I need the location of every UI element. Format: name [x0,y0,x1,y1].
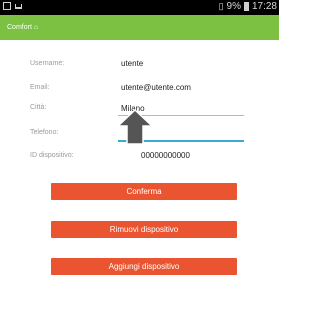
device-id-label: ID dispositivo: [30,152,74,159]
battery-percent: 9% [226,1,241,12]
up-arrow-icon [116,108,154,145]
signal-icon: ▯ [218,1,224,11]
email-value: utente@utente.com [121,83,191,92]
phone-label: Telefono: [30,129,59,136]
confirm-button[interactable]: Conferma [51,183,237,200]
brand: Comfort ⌂ [7,24,38,31]
status-left [3,2,22,10]
image-icon [3,2,11,10]
clock: 17:28 [251,1,277,12]
device-id-value: 00000000000 [141,151,190,160]
status-right: ▯ 9% 17:28 [219,1,277,12]
add-device-button[interactable]: Aggiungi dispositivo [51,258,237,275]
city-label: Città: [30,104,47,111]
email-label: Email: [30,84,50,91]
battery-icon [243,2,249,11]
username-value: utente [121,59,144,68]
notification-icon [15,3,22,9]
username-label: Username: [30,60,65,67]
remove-device-button[interactable]: Rimuovi dispositivo [51,221,237,238]
brand-logo-icon: ⌂ [33,24,39,31]
app-bar: Comfort ⌂ [0,15,279,40]
status-bar: ▯ 9% 17:28 [0,0,279,15]
brand-name: Comfort [7,24,32,31]
